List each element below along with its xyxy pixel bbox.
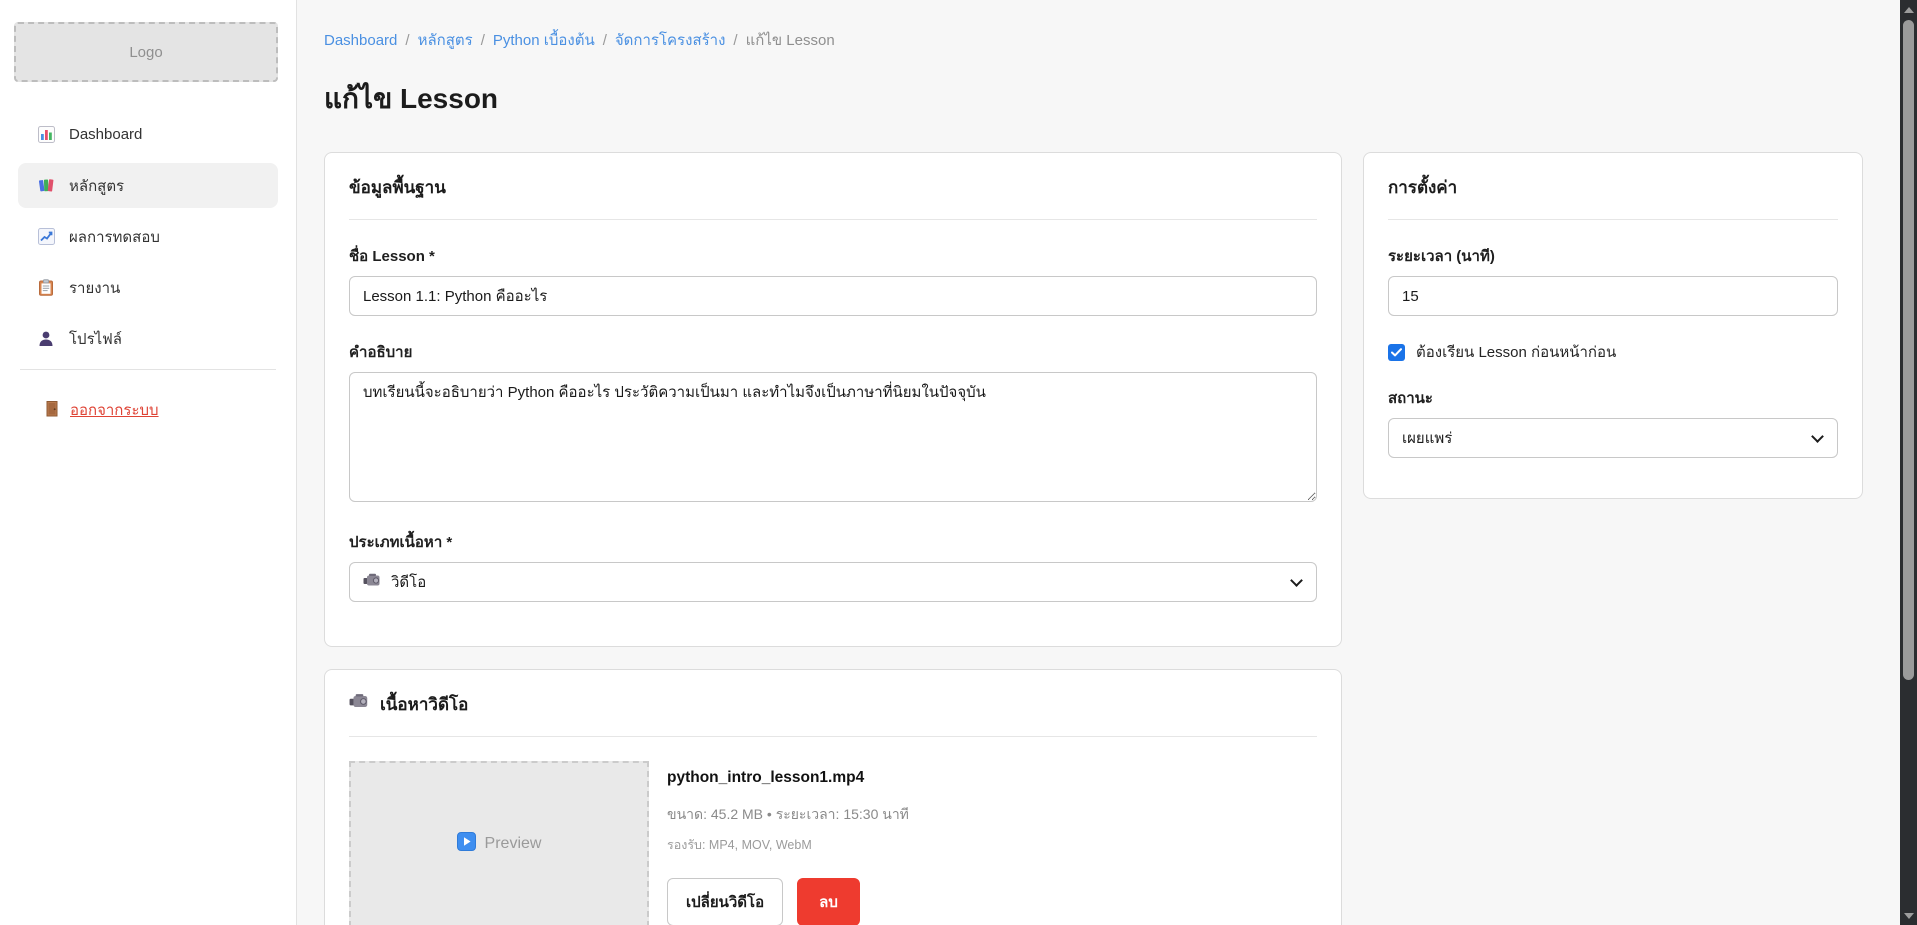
sidebar-item-label: รายงาน (69, 276, 120, 300)
breadcrumb-link-courses[interactable]: หลักสูตร (418, 28, 473, 52)
sidebar-nav: Dashboard หลักสูตร ผลการทดสอบ รายงาน (0, 112, 296, 361)
breadcrumb-separator: / (481, 32, 485, 49)
lesson-name-group: ชื่อ Lesson * (349, 244, 1317, 316)
check-icon (1391, 348, 1402, 357)
logout-link[interactable]: ออกจากระบบ (45, 398, 159, 422)
card-divider (1388, 219, 1838, 220)
basic-info-card: ข้อมูลพื้นฐาน ชื่อ Lesson * คำอธิบาย บทเ… (324, 152, 1342, 647)
video-row: Preview python_intro_lesson1.mp4 ขนาด: 4… (349, 761, 1317, 925)
status-value: เผยแพร่ (1402, 426, 1452, 450)
left-column: ข้อมูลพื้นฐาน ชื่อ Lesson * คำอธิบาย บทเ… (324, 152, 1342, 925)
app-root: Logo Dashboard หลักสูตร ผลการทดสอบ (0, 0, 1917, 925)
content-type-select[interactable]: วิดีโอ (349, 562, 1317, 602)
card-divider (349, 736, 1317, 737)
page-title: แก้ไข Lesson (324, 77, 1880, 121)
basic-info-card-title: ข้อมูลพื้นฐาน (349, 175, 1317, 201)
description-label: คำอธิบาย (349, 340, 1317, 364)
logo-text: Logo (129, 44, 162, 61)
prerequisite-checkbox[interactable] (1388, 344, 1405, 361)
settings-card: การตั้งค่า ระยะเวลา (นาที) ต้องเรียน Les… (1363, 152, 1863, 499)
video-content-card: เนื้อหาวิดีโอ Preview python_intro_lesso… (324, 669, 1342, 925)
status-select[interactable]: เผยแพร่ (1388, 418, 1838, 458)
scrollbar-thumb[interactable] (1903, 20, 1914, 680)
content-type-value: วิดีโอ (391, 570, 426, 594)
person-icon (37, 330, 55, 347)
prerequisite-row[interactable]: ต้องเรียน Lesson ก่อนหน้าก่อน (1388, 340, 1838, 364)
prerequisite-label: ต้องเรียน Lesson ก่อนหน้าก่อน (1416, 340, 1616, 364)
breadcrumb-current: แก้ไข Lesson (746, 28, 835, 52)
status-label: สถานะ (1388, 386, 1838, 410)
sidebar-divider (20, 369, 276, 370)
sidebar-item-test-results[interactable]: ผลการทดสอบ (18, 214, 278, 259)
status-group: สถานะ เผยแพร่ (1388, 386, 1838, 458)
logo-placeholder: Logo (14, 22, 278, 82)
breadcrumb-separator: / (733, 32, 737, 49)
sidebar-item-label: Dashboard (69, 126, 142, 143)
scrollbar-up-arrow[interactable] (1900, 1, 1917, 18)
scrollbar-down-arrow[interactable] (1900, 907, 1917, 924)
video-buttons: เปลี่ยนวิดีโอ ลบ (667, 878, 909, 925)
bar-chart-icon (37, 126, 55, 143)
card-divider (349, 219, 1317, 220)
delete-video-button[interactable]: ลบ (797, 878, 860, 925)
sidebar-item-label: ผลการทดสอบ (69, 225, 160, 249)
sidebar: Logo Dashboard หลักสูตร ผลการทดสอบ (0, 0, 297, 925)
main-content: Dashboard / หลักสูตร / Python เบื้องต้น … (297, 0, 1917, 925)
settings-card-title: การตั้งค่า (1388, 175, 1838, 201)
breadcrumb-separator: / (603, 32, 607, 49)
sidebar-item-courses[interactable]: หลักสูตร (18, 163, 278, 208)
video-preview[interactable]: Preview (349, 761, 649, 925)
sidebar-item-profile[interactable]: โปรไฟล์ (18, 316, 278, 361)
lesson-name-input[interactable] (349, 276, 1317, 316)
lesson-name-label: ชื่อ Lesson * (349, 244, 1317, 268)
change-video-button[interactable]: เปลี่ยนวิดีโอ (667, 878, 783, 925)
video-card-title: เนื้อหาวิดีโอ (380, 692, 468, 718)
video-camera-icon (349, 692, 370, 718)
breadcrumb: Dashboard / หลักสูตร / Python เบื้องต้น … (324, 28, 1880, 52)
chevron-down-icon (1811, 430, 1824, 443)
sidebar-item-dashboard[interactable]: Dashboard (18, 112, 278, 157)
chevron-down-icon (1290, 574, 1303, 587)
sidebar-item-reports[interactable]: รายงาน (18, 265, 278, 310)
breadcrumb-link-dashboard[interactable]: Dashboard (324, 32, 397, 49)
door-icon (45, 400, 59, 421)
video-supported-formats: รองรับ: MP4, MOV, WebM (667, 835, 909, 855)
video-info: python_intro_lesson1.mp4 ขนาด: 45.2 MB •… (667, 761, 909, 925)
scrollbar[interactable] (1900, 0, 1917, 925)
breadcrumb-link-structure[interactable]: จัดการโครงสร้าง (615, 28, 726, 52)
breadcrumb-link-course-python[interactable]: Python เบื้องต้น (493, 28, 595, 52)
chart-increasing-icon (37, 228, 55, 245)
video-camera-icon (363, 573, 382, 592)
description-group: คำอธิบาย บทเรียนนี้จะอธิบายว่า Python คื… (349, 340, 1317, 506)
content-type-group: ประเภทเนื้อหา * วิดีโอ (349, 530, 1317, 602)
duration-label: ระยะเวลา (นาที) (1388, 244, 1838, 268)
logout-label: ออกจากระบบ (70, 398, 159, 422)
preview-label: Preview (485, 835, 542, 853)
clipboard-icon (37, 279, 55, 296)
sidebar-item-label: หลักสูตร (69, 174, 124, 198)
books-icon (37, 177, 55, 194)
video-file-meta: ขนาด: 45.2 MB • ระยะเวลา: 15:30 นาที (667, 804, 909, 826)
content-type-label: ประเภทเนื้อหา * (349, 530, 1317, 554)
description-textarea[interactable]: บทเรียนนี้จะอธิบายว่า Python คืออะไร ประ… (349, 372, 1317, 502)
content-row: ข้อมูลพื้นฐาน ชื่อ Lesson * คำอธิบาย บทเ… (324, 152, 1880, 925)
video-file-name: python_intro_lesson1.mp4 (667, 769, 909, 787)
video-card-title-row: เนื้อหาวิดีโอ (349, 692, 1317, 718)
play-button-icon (457, 832, 476, 856)
breadcrumb-separator: / (405, 32, 409, 49)
sidebar-item-label: โปรไฟล์ (69, 327, 122, 351)
right-column: การตั้งค่า ระยะเวลา (นาที) ต้องเรียน Les… (1363, 152, 1863, 499)
duration-group: ระยะเวลา (นาที) (1388, 244, 1838, 316)
duration-input[interactable] (1388, 276, 1838, 316)
